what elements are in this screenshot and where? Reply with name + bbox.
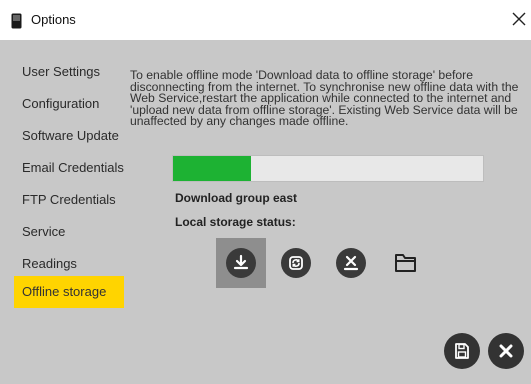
close-icon [499,344,513,358]
window-title: Options [31,12,76,27]
cancel-button[interactable] [488,333,524,369]
sidebar-item-ftp-credentials[interactable]: FTP Credentials [14,184,132,216]
open-storage-folder-button[interactable] [381,238,431,288]
sidebar-item-user-settings[interactable]: User Settings [14,56,132,88]
download-to-offline-button[interactable] [216,238,266,288]
sidebar-item-email-credentials[interactable]: Email Credentials [14,152,132,184]
app-icon [11,13,22,29]
sync-offline-data-button[interactable] [271,238,321,288]
options-window: Options User Settings Configuration Soft… [0,0,531,384]
progress-fill [173,156,251,181]
title-bar: Options [0,0,531,40]
download-icon [226,248,256,278]
sidebar-item-service[interactable]: Service [14,216,132,248]
sidebar-item-offline-storage[interactable]: Offline storage [14,276,124,308]
folder-icon [390,247,422,279]
sidebar-item-software-update[interactable]: Software Update [14,120,132,152]
window-close-icon[interactable] [511,11,527,27]
download-progress-bar [172,155,484,182]
save-button[interactable] [444,333,480,369]
clear-offline-storage-button[interactable] [326,238,376,288]
clear-storage-icon [336,248,366,278]
sidebar-item-configuration[interactable]: Configuration [14,88,132,120]
offline-mode-info-text: To enable offline mode 'Download data to… [130,68,519,129]
download-group-label: Download group east [175,191,298,205]
save-icon [455,343,469,359]
local-storage-status-label: Local storage status: [175,215,296,229]
sync-icon [281,248,311,278]
